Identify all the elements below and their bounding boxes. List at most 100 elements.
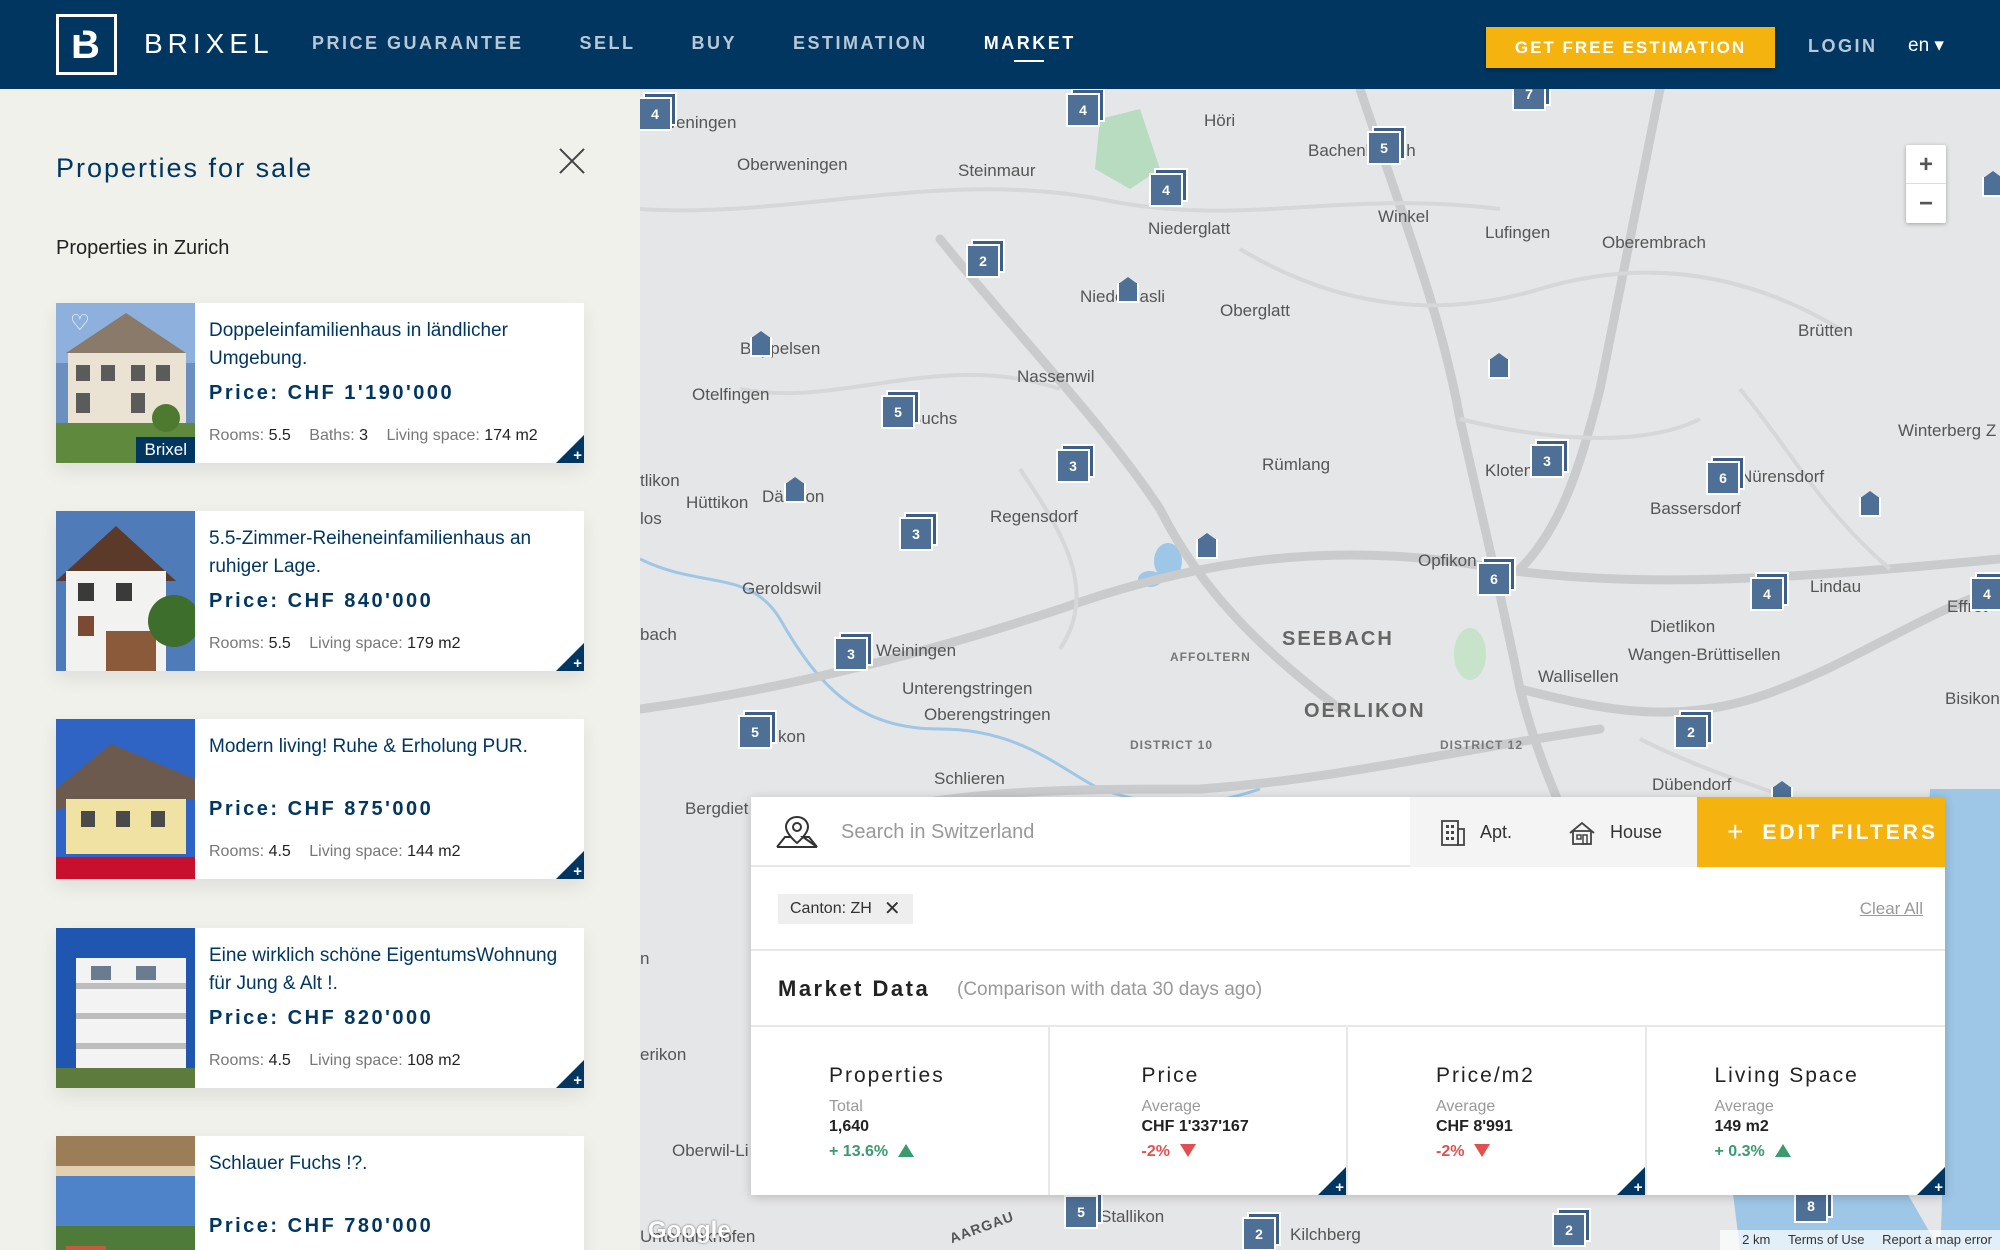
listing-title[interactable]: Doppeleinfamilienhaus in ländlicher Umge… [209, 317, 569, 373]
close-icon[interactable] [558, 147, 586, 175]
language-selector[interactable]: en ▾ [1908, 33, 1944, 59]
nav-estimation[interactable]: ESTIMATION [793, 0, 928, 89]
terms-of-use-link[interactable]: Terms of Use [1788, 1232, 1865, 1247]
map-cluster-marker[interactable]: 2 [1674, 710, 1713, 749]
plus-icon[interactable]: + [573, 448, 582, 463]
map-cluster-marker[interactable]: 3 [1056, 444, 1095, 483]
zoom-in-button[interactable]: + [1906, 145, 1946, 184]
house-pin-icon[interactable] [1196, 533, 1218, 559]
listing-photo[interactable]: ♡ Brixel [56, 303, 195, 463]
listing-card[interactable]: Modern living! Ruhe & Erholung PUR. Pric… [56, 719, 584, 879]
nav-price-guarantee[interactable]: PRICE GUARANTEE [312, 0, 524, 89]
nav-sell[interactable]: SELL [580, 0, 636, 89]
map-attribution: 2 km Terms of Use Report a map error [1720, 1230, 2000, 1250]
edit-filters-label: EDIT FILTERS [1762, 821, 1938, 844]
map-zoom-control: + − [1906, 145, 1946, 223]
map-cluster-marker[interactable]: 6 [1477, 557, 1516, 596]
brixel-logo[interactable]: B [56, 14, 117, 75]
apartment-filter-label: Apt. [1480, 822, 1513, 842]
map-cluster-marker[interactable]: 5 [1064, 1190, 1103, 1229]
map-cluster-marker[interactable]: 3 [899, 512, 938, 551]
listing-photo[interactable] [56, 928, 195, 1088]
stat-label: Price [1141, 1064, 1200, 1087]
house-pin-icon[interactable] [1982, 171, 2000, 197]
clear-all-link[interactable]: Clear All [1860, 899, 1923, 919]
stat-price-per-m2[interactable]: Price/m2 Average CHF 8'991 -2% + [1348, 1027, 1647, 1195]
map-place-label: Regensdorf [990, 507, 1078, 526]
cluster-count: 5 [881, 395, 915, 429]
map-place-label: Dietlikon [1650, 617, 1716, 636]
close-icon[interactable]: ✕ [884, 894, 901, 924]
rooms-label: Rooms: [209, 1052, 265, 1069]
get-free-estimation-button[interactable]: GET FREE ESTIMATION [1486, 27, 1775, 68]
apartment-filter-button[interactable]: Apt. [1438, 817, 1512, 847]
listing-card[interactable]: Eine wirklich schöne EigentumsWohnung fü… [56, 928, 584, 1088]
login-link[interactable]: LOGIN [1808, 33, 1878, 59]
plus-icon[interactable]: + [573, 1073, 582, 1088]
map-place-label: Oberwil-Li [672, 1141, 749, 1160]
cluster-count: 5 [738, 715, 772, 749]
listing-title[interactable]: Schlauer Fuchs !?. [209, 1150, 569, 1178]
cluster-count: 2 [1242, 1217, 1276, 1250]
cluster-count: 2 [1674, 715, 1708, 749]
map-cluster-marker[interactable]: 4 [640, 92, 677, 131]
nav-market[interactable]: MARKET [984, 0, 1076, 89]
map-cluster-marker[interactable]: 4 [1066, 89, 1105, 127]
house-pin-icon[interactable] [1859, 491, 1881, 517]
heart-icon[interactable]: ♡ [70, 312, 92, 334]
house-icon [1569, 822, 1595, 846]
map-cluster-marker[interactable]: 6 [1706, 456, 1745, 495]
apartment-building-icon [1441, 820, 1465, 847]
map-cluster-marker[interactable]: 2 [966, 239, 1005, 278]
market-panel: Apt. House + EDIT FILTERS Canton: ZH ✕ Cle… [751, 797, 1945, 1195]
edit-filters-button[interactable]: + EDIT FILTERS [1697, 797, 1945, 867]
listing-photo[interactable] [56, 511, 195, 671]
stat-living-space[interactable]: Living Space Average 149 m2 + 0.3% + [1647, 1027, 1945, 1195]
stat-properties[interactable]: Properties Total 1,640 + 13.6% [751, 1027, 1050, 1195]
map-cluster-marker[interactable]: 4 [1149, 168, 1188, 207]
brand-name[interactable]: BRIXEL [144, 28, 274, 60]
house-pin-icon[interactable] [1488, 353, 1510, 379]
map-cluster-marker[interactable]: 5 [1367, 126, 1406, 165]
stat-price[interactable]: Price Average CHF 1'337'167 -2% + [1050, 1027, 1348, 1195]
map-cluster-marker[interactable]: 5 [881, 390, 920, 429]
plus-icon[interactable]: + [1934, 1180, 1943, 1195]
listing-photo[interactable] [56, 1136, 195, 1250]
listing-card[interactable]: ♡ Brixel Doppeleinfamilienhaus in ländli… [56, 303, 584, 463]
filter-chip-canton[interactable]: Canton: ZH ✕ [778, 894, 913, 924]
report-map-error-link[interactable]: Report a map error [1882, 1232, 1992, 1247]
map-cluster-marker[interactable]: 4 [1750, 572, 1789, 611]
plus-icon[interactable]: + [573, 656, 582, 671]
map-cluster-marker[interactable]: 2 [1242, 1212, 1281, 1250]
map-cluster-marker[interactable]: 5 [738, 710, 777, 749]
map-cluster-marker[interactable]: 7 [1512, 89, 1551, 111]
map-cluster-marker[interactable]: 4 [1970, 572, 2000, 611]
map-cluster-marker[interactable]: 2 [1552, 1208, 1591, 1247]
map-cluster-marker[interactable]: 3 [834, 632, 873, 671]
rooms-value: 5.5 [268, 427, 291, 444]
nav-buy[interactable]: BUY [692, 0, 738, 89]
plus-icon[interactable]: + [1634, 1180, 1643, 1195]
house-filter-button[interactable]: House [1568, 817, 1662, 847]
stat-value: 1,640 [829, 1118, 870, 1135]
map-cluster-marker[interactable]: 3 [1530, 439, 1569, 478]
house-pin-icon[interactable] [784, 477, 806, 503]
plus-icon[interactable]: + [573, 864, 582, 879]
house-pin-icon[interactable] [1117, 277, 1139, 303]
listing-title[interactable]: Modern living! Ruhe & Erholung PUR. [209, 733, 569, 761]
listing-photo[interactable] [56, 719, 195, 879]
stat-change-value: -2% [1141, 1143, 1170, 1160]
cluster-count: 6 [1706, 461, 1740, 495]
listing-card[interactable]: 5.5-Zimmer-Reiheneinfamilienhaus an ruhi… [56, 511, 584, 671]
listing-title[interactable]: Eine wirklich schöne EigentumsWohnung fü… [209, 942, 569, 998]
listing-title[interactable]: 5.5-Zimmer-Reiheneinfamilienhaus an ruhi… [209, 525, 569, 581]
cluster-count: 3 [899, 517, 933, 551]
house-pin-icon[interactable] [750, 331, 772, 357]
rooms-label: Rooms: [209, 843, 265, 860]
zoom-out-button[interactable]: − [1906, 184, 1946, 223]
listing-specs: Rooms: 4.5 Living space: 108 m2 [209, 1050, 475, 1072]
search-input[interactable] [841, 817, 1341, 847]
listing-card[interactable]: Schlauer Fuchs !?. Price: CHF 780'000 [56, 1136, 584, 1250]
cluster-count: 4 [1149, 173, 1183, 207]
plus-icon[interactable]: + [1335, 1180, 1344, 1195]
